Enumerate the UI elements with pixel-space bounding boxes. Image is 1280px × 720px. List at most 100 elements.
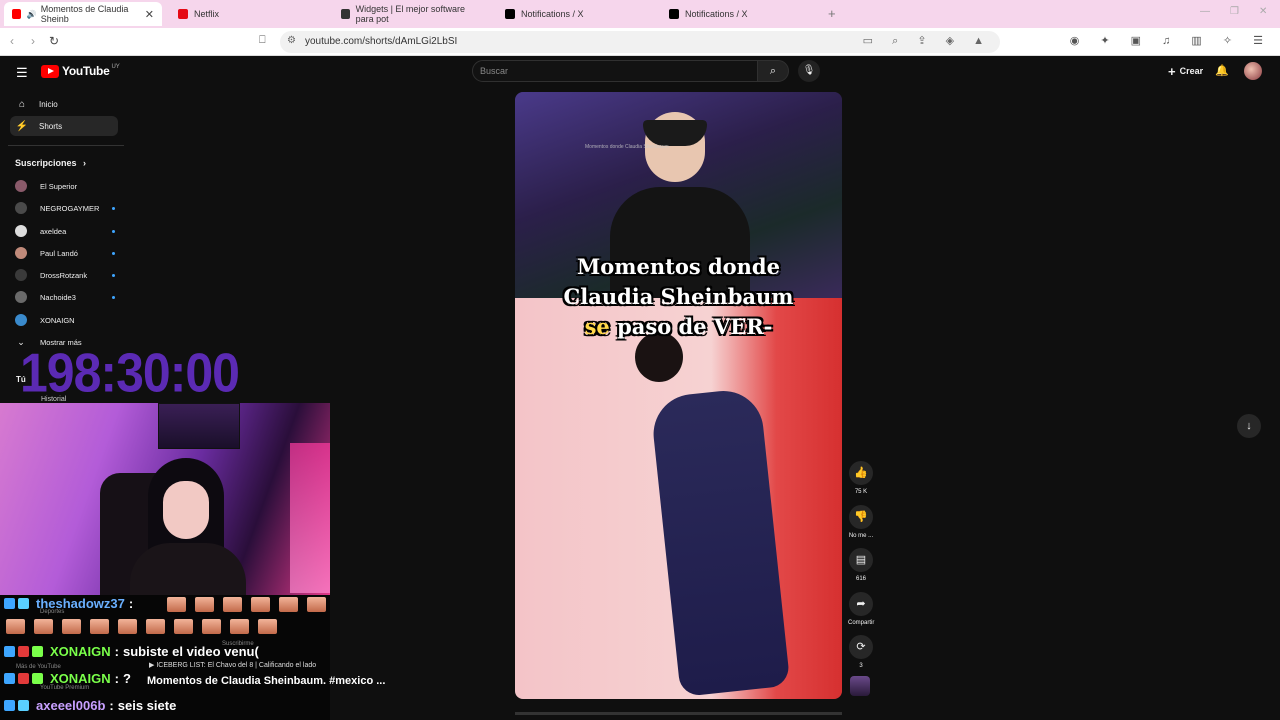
search-box[interactable] <box>472 60 758 82</box>
like-count: 75 K <box>854 489 868 495</box>
shorts-video-player[interactable]: Momentos donde Claudia Sheinbaum Momento… <box>515 92 842 699</box>
extensions-icons[interactable]: ◉ ✦ ▣ ♫ ▥ ✧ ☰ <box>1070 34 1272 47</box>
reload-icon[interactable]: ↻ <box>49 34 59 48</box>
remix-count: 3 <box>859 663 863 669</box>
site-info-icon[interactable]: ⚙ <box>287 35 296 46</box>
chat-badge-icon <box>18 598 29 609</box>
menu-icon[interactable]: ☰ <box>16 65 28 81</box>
dislike-button[interactable]: 👎 No me ... <box>848 505 874 539</box>
related-video-link[interactable]: ▶ ICEBERG LIST: El Chavo del 8 | Calific… <box>149 661 316 669</box>
browser-tab-netflix[interactable]: Netflix <box>170 2 325 26</box>
channel-avatar <box>15 225 27 237</box>
channel-avatar <box>15 291 27 303</box>
url-text[interactable]: youtube.com/shorts/dAmLGi2LbSI <box>305 36 457 47</box>
youtube-logo[interactable]: YouTube UY <box>41 64 120 78</box>
share-button[interactable]: ➦ Compartir <box>848 592 874 626</box>
x-favicon-icon <box>505 9 515 19</box>
search-button[interactable]: ⌕ <box>757 60 789 82</box>
subscription-axeldea[interactable]: axeldea <box>15 223 115 239</box>
chat-badge-icon <box>4 598 15 609</box>
new-content-dot <box>112 206 115 210</box>
search-icon: ⌕ <box>769 65 777 77</box>
chat-badge-icon <box>32 673 43 684</box>
chat-badge-icon <box>4 646 15 657</box>
subscription-xonaign[interactable]: XONAIGN <box>15 312 115 328</box>
back-icon[interactable]: ‹ <box>10 34 14 48</box>
video-title[interactable]: Momentos de Claudia Sheinbaum. #mexico .… <box>147 675 385 687</box>
browser-tab-x-1[interactable]: Notifications / X <box>497 2 652 26</box>
subscription-paul-lando[interactable]: Paul Landó <box>15 245 115 261</box>
bookmark-icon[interactable]: ⎕ <box>259 34 266 47</box>
voice-search-button[interactable]: 🎙 <box>798 60 820 82</box>
channel-name: Nachoide3 <box>40 292 76 302</box>
create-button[interactable]: + Crear <box>1160 61 1211 81</box>
new-tab-icon[interactable]: + <box>828 6 836 21</box>
search-input[interactable] <box>480 66 740 76</box>
sidebar-item-label: Shorts <box>39 121 63 131</box>
comment-icon: ▤ <box>849 548 873 572</box>
chat-badge-icon <box>18 673 29 684</box>
account-avatar[interactable] <box>1244 62 1262 80</box>
country-code: UY <box>111 64 120 70</box>
address-bar-actions-icon[interactable]: ▭ ⌕ ⇪ ◈ ▲ <box>863 34 992 48</box>
chat-badge-icon <box>32 646 43 657</box>
background-monitor <box>158 403 240 449</box>
browser-tab-widgets[interactable]: Widgets | El mejor software para pot <box>333 2 488 26</box>
subscription-nachoide3[interactable]: Nachoide3 <box>15 289 115 305</box>
channel-name: NEGROGAYMER <box>40 203 100 213</box>
subscription-drossrotzank[interactable]: DrossRotzank <box>15 267 115 283</box>
video-caption: Momentos donde Claudia Sheinbaum se paso… <box>515 252 842 342</box>
widgets-favicon-icon <box>341 9 350 19</box>
channel-name: axeldea <box>40 226 67 236</box>
like-button[interactable]: 👍 75 K <box>848 461 874 495</box>
maximize-icon[interactable]: ❐ <box>1230 6 1239 17</box>
tab-sound-icon: 🔊 <box>26 9 37 19</box>
next-short-button[interactable]: ↓ <box>1237 414 1261 438</box>
video-progress-bar[interactable] <box>515 712 842 715</box>
chat-message: theshadowz37 : <box>4 596 133 611</box>
address-bar[interactable]: ⚙ youtube.com/shorts/dAmLGi2LbSI ▭ ⌕ ⇪ ◈… <box>280 31 1000 53</box>
window-close-icon[interactable]: ✕ <box>1259 6 1267 17</box>
chat-badge-icon <box>4 700 15 711</box>
youtube-favicon-icon <box>12 9 21 19</box>
channel-name: XONAIGN <box>40 315 75 325</box>
notifications-bell-icon[interactable]: 🔔 <box>1215 64 1229 77</box>
minimize-icon[interactable]: — <box>1200 6 1210 17</box>
new-content-dot <box>112 295 115 299</box>
sidebar-item-shorts[interactable]: ⚡ Shorts <box>10 116 118 136</box>
chat-badge-icon <box>18 700 29 711</box>
browser-tab-youtube[interactable]: 🔊 Momentos de Claudia Sheinb ✕ <box>4 2 162 26</box>
forward-icon[interactable]: › <box>31 34 35 48</box>
emote-icon <box>90 619 109 634</box>
dislike-label: No me ... <box>848 533 874 539</box>
browser-tab-x-2[interactable]: Notifications / X <box>661 2 816 26</box>
emote-icon <box>62 619 81 634</box>
caption-text: paso de VER- <box>617 314 773 339</box>
ghost-sidebar-text: YouTube Premium <box>40 685 90 691</box>
channel-name: Paul Landó <box>40 248 78 258</box>
tab-close-icon[interactable]: ✕ <box>145 8 154 21</box>
sidebar-divider <box>8 145 124 146</box>
emote-icon <box>223 597 242 612</box>
streamer-body <box>130 543 246 595</box>
comment-count: 616 <box>855 576 866 582</box>
chat-separator: : <box>114 644 120 659</box>
subscription-negrogaymer[interactable]: NEGROGAYMER <box>15 200 115 216</box>
channel-avatar <box>15 202 27 214</box>
shorts-icon: ⚡ <box>15 120 29 132</box>
tab-title: Netflix <box>194 9 220 19</box>
remix-button[interactable]: ⟳ 3 <box>848 635 874 669</box>
emote-icon <box>146 619 165 634</box>
chevron-right-icon: › <box>83 158 87 168</box>
subscriptions-label: Suscripciones <box>15 158 77 168</box>
channel-thumbnail[interactable] <box>850 676 870 696</box>
chat-username: XONAIGN <box>50 644 111 659</box>
sidebar-item-inicio[interactable]: ⌂ Inicio <box>10 94 118 114</box>
subscription-el-superior[interactable]: El Superior <box>15 178 115 194</box>
ghost-sidebar-text: Deportes <box>40 609 65 615</box>
ghost-sidebar-text: Más de YouTube <box>16 664 61 670</box>
subscriptions-header[interactable]: Suscripciones › <box>15 158 86 168</box>
stream-chat-overlay: theshadowz37 : Deportes Suscribirme XONA… <box>0 595 330 720</box>
emote-icon <box>6 619 25 634</box>
comments-button[interactable]: ▤ 616 <box>848 548 874 582</box>
